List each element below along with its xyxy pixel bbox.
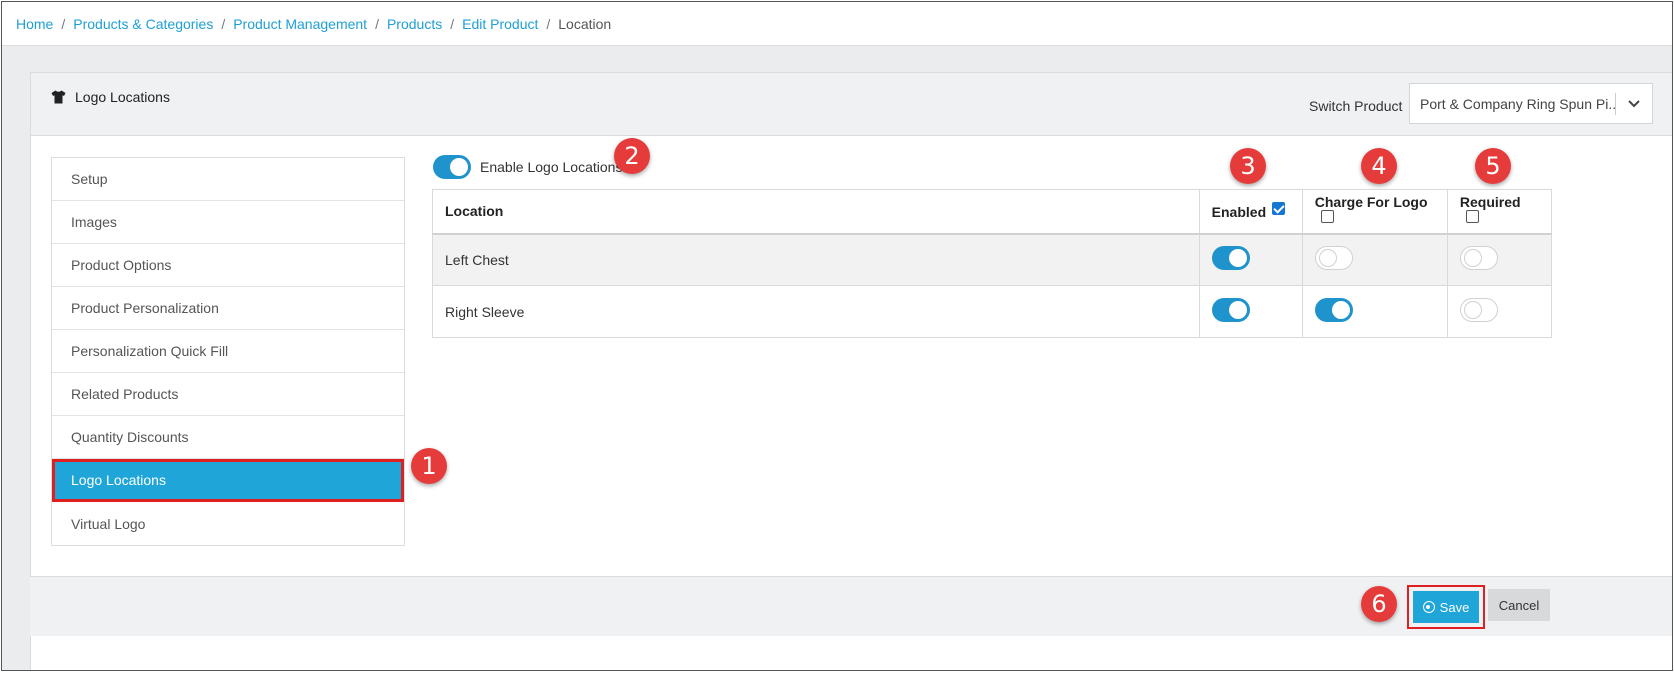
callout-badge-4: 4 [1361,148,1397,184]
column-header-location: Location [432,189,1200,235]
callout-badge-6: 6 [1361,586,1397,622]
sidebar-item-images[interactable]: Images [52,201,404,244]
charge-cell [1301,285,1448,338]
location-cell: Left Chest [432,233,1200,286]
enabled-toggle[interactable] [1211,246,1250,271]
charge-cell [1301,233,1448,286]
sidebar-item-virtual-logo[interactable]: Virtual Logo [52,502,404,545]
save-circle-icon [1422,601,1435,613]
column-header-location-text: Location [445,203,504,220]
enable-logo-locations-row: Enable Logo Locations [433,155,622,179]
breadcrumb-separator: / [450,15,455,32]
save-button-label: Save [1439,599,1470,615]
save-button[interactable]: Save [1413,591,1479,623]
breadcrumb-current: Location [558,15,612,32]
breadcrumb-products-categories[interactable]: Products & Categories [73,16,213,32]
page-title-text: Logo Locations [75,89,170,105]
enabled-toggle[interactable] [1211,298,1250,322]
breadcrumb-home[interactable]: Home [16,16,53,32]
callout-badge-1: 1 [411,448,447,484]
required-all-checkbox[interactable] [1465,210,1479,224]
required-cell [1446,233,1553,286]
breadcrumb-separator: / [221,15,226,32]
column-header-required-text: Required [1459,194,1521,211]
breadcrumb-separator: / [375,15,379,32]
chevron-down-icon[interactable] [1616,84,1652,123]
toggle-knob [1318,249,1337,268]
toggle-knob [450,158,468,176]
callout-badge-2: 2 [614,138,650,174]
toggle-knob [1228,301,1247,319]
toggle-knob [1228,249,1247,268]
charge-toggle[interactable] [1314,298,1353,322]
charge-toggle[interactable] [1314,246,1353,271]
sidebar-item-setup[interactable]: Setup [52,158,404,201]
logo-locations-table: Location Enabled Charge For Logo Require… [432,189,1553,338]
toggle-knob [1331,301,1350,319]
breadcrumb-edit-product[interactable]: Edit Product [462,16,538,32]
enable-logo-locations-toggle[interactable] [433,155,471,179]
column-header-enabled-text: Enabled [1211,204,1267,221]
breadcrumb-separator: / [546,15,551,32]
location-cell: Right Sleeve [432,285,1200,338]
sidebar-item-personalization-quick-fill[interactable]: Personalization Quick Fill [52,330,404,373]
switch-product-value: Port & Company Ring Spun Pi... [1420,95,1615,112]
enabled-cell [1198,285,1303,338]
column-header-enabled: Enabled [1198,189,1303,235]
product-sidebar: Setup Images Product Options Product Per… [51,157,405,546]
sidebar-item-related-products[interactable]: Related Products [52,373,404,416]
card-footer: Save Cancel [30,576,1672,636]
breadcrumb-product-management[interactable]: Product Management [233,16,367,32]
sidebar-item-logo-locations[interactable]: Logo Locations [52,459,404,502]
toggle-knob [1463,301,1482,319]
column-header-charge: Charge For Logo [1301,189,1448,235]
required-toggle[interactable] [1459,298,1498,322]
required-cell [1446,285,1553,338]
switch-product-select[interactable]: Port & Company Ring Spun Pi... [1409,83,1653,124]
save-highlight: Save [1407,585,1485,629]
callout-badge-5: 5 [1475,148,1511,184]
breadcrumb-separator: / [61,15,66,32]
sidebar-item-product-options[interactable]: Product Options [52,244,404,287]
column-header-required: Required [1446,189,1553,235]
enabled-all-checkbox[interactable] [1272,202,1286,216]
toggle-knob [1463,249,1482,268]
enable-logo-locations-label: Enable Logo Locations [480,159,623,175]
required-toggle[interactable] [1459,246,1498,271]
cancel-button[interactable]: Cancel [1488,589,1550,621]
card-header: Logo Locations Switch Product Port & Com… [31,73,1672,136]
sidebar-item-product-personalization[interactable]: Product Personalization [52,287,404,330]
page-title: Logo Locations [51,89,170,105]
callout-badge-3: 3 [1230,148,1266,184]
charge-all-checkbox[interactable] [1320,210,1334,224]
table-row: Right Sleeve [432,285,1553,338]
breadcrumb-products[interactable]: Products [387,16,442,32]
sidebar-item-quantity-discounts[interactable]: Quantity Discounts [52,416,404,459]
enabled-cell [1198,233,1303,286]
app-frame: Home / Products & Categories / Product M… [1,1,1673,671]
breadcrumb: Home / Products & Categories / Product M… [2,2,1672,46]
column-header-charge-text: Charge For Logo [1314,194,1428,211]
switch-product-label: Switch Product [1309,98,1403,114]
table-row: Left Chest [432,233,1553,286]
tshirt-icon [51,90,66,104]
table-header-row: Location Enabled Charge For Logo Require… [432,189,1553,235]
